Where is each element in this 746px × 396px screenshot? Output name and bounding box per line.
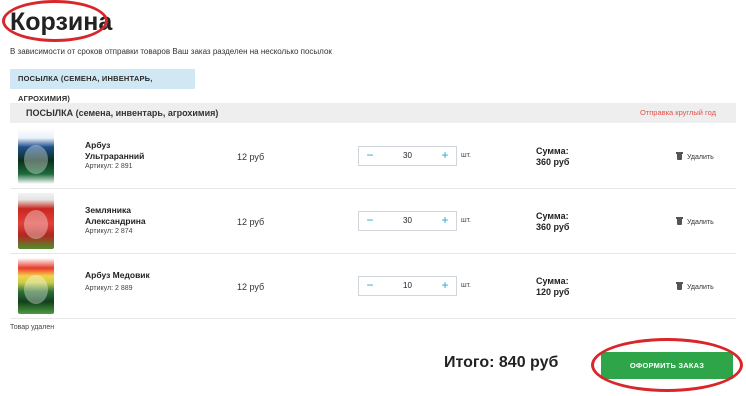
quantity-input[interactable]: 30 (379, 212, 436, 230)
decrease-quantity-button[interactable]: − (361, 277, 379, 295)
parcel-tab[interactable]: ПОСЫЛКА (СЕМЕНА, ИНВЕНТАРЬ, АГРОХИМИЯ) (10, 69, 195, 103)
cart-item: Земляника Александрина Артикул: 2 874 12… (10, 189, 736, 254)
increase-quantity-button[interactable]: + (436, 212, 454, 230)
cart-item: Арбуз Медовик Артикул: 2 889 12 руб − 10… (10, 254, 736, 319)
quantity-unit: шт. (461, 282, 471, 289)
item-sum-label: Сумма: (536, 211, 569, 221)
title-highlight-circle (2, 0, 108, 42)
parcel-group-header: ПОСЫЛКА (семена, инвентарь, агрохимия) О… (10, 103, 736, 123)
checkout-highlight-circle (591, 338, 743, 392)
remove-item-button[interactable]: Удалить (676, 217, 714, 226)
product-image[interactable] (18, 128, 54, 184)
product-price: 12 руб (237, 282, 265, 292)
quantity-input[interactable]: 30 (379, 147, 436, 165)
item-sum: Сумма: 360 руб (536, 211, 569, 233)
cart-item: Арбуз Ультраранний Артикул: 2 891 12 руб… (10, 124, 736, 189)
product-image[interactable] (18, 258, 54, 314)
product-sku: Артикул: 2 889 (85, 285, 133, 292)
quantity-stepper: − 10 + (358, 276, 457, 296)
item-sum-label: Сумма: (536, 146, 569, 156)
item-sum: Сумма: 360 руб (536, 146, 569, 168)
increase-quantity-button[interactable]: + (436, 147, 454, 165)
remove-item-button[interactable]: Удалить (676, 282, 714, 291)
trash-icon (676, 282, 683, 290)
product-name[interactable]: Арбуз Медовик (85, 270, 150, 281)
decrease-quantity-button[interactable]: − (361, 147, 379, 165)
parcel-group-title: ПОСЫЛКА (семена, инвентарь, агрохимия) (26, 108, 219, 118)
trash-icon (676, 217, 683, 225)
product-image[interactable] (18, 193, 54, 249)
page-subtitle: В зависимости от сроков отправки товаров… (10, 47, 332, 56)
product-name[interactable]: Земляника Александрина (85, 205, 146, 227)
item-sum-label: Сумма: (536, 276, 569, 286)
trash-icon (676, 152, 683, 160)
quantity-input[interactable]: 10 (379, 277, 436, 295)
item-sum-value: 120 руб (536, 287, 570, 297)
item-sum-value: 360 руб (536, 157, 570, 167)
product-name[interactable]: Арбуз Ультраранний (85, 140, 144, 162)
quantity-unit: шт. (461, 217, 471, 224)
order-total: Итого: 840 руб (444, 354, 559, 371)
product-price: 12 руб (237, 152, 265, 162)
product-price: 12 руб (237, 217, 265, 227)
shipping-info: Отправка круглый год (639, 108, 716, 117)
increase-quantity-button[interactable]: + (436, 277, 454, 295)
cart-items: Арбуз Ультраранний Артикул: 2 891 12 руб… (10, 124, 736, 319)
quantity-stepper: − 30 + (358, 211, 457, 231)
item-sum-value: 360 руб (536, 222, 570, 232)
remove-item-button[interactable]: Удалить (676, 152, 714, 161)
quantity-stepper: − 30 + (358, 146, 457, 166)
product-sku: Артикул: 2 891 (85, 163, 133, 170)
quantity-unit: шт. (461, 152, 471, 159)
removed-item-note: Товар удален (10, 324, 55, 331)
decrease-quantity-button[interactable]: − (361, 212, 379, 230)
product-sku: Артикул: 2 874 (85, 228, 133, 235)
item-sum: Сумма: 120 руб (536, 276, 569, 298)
